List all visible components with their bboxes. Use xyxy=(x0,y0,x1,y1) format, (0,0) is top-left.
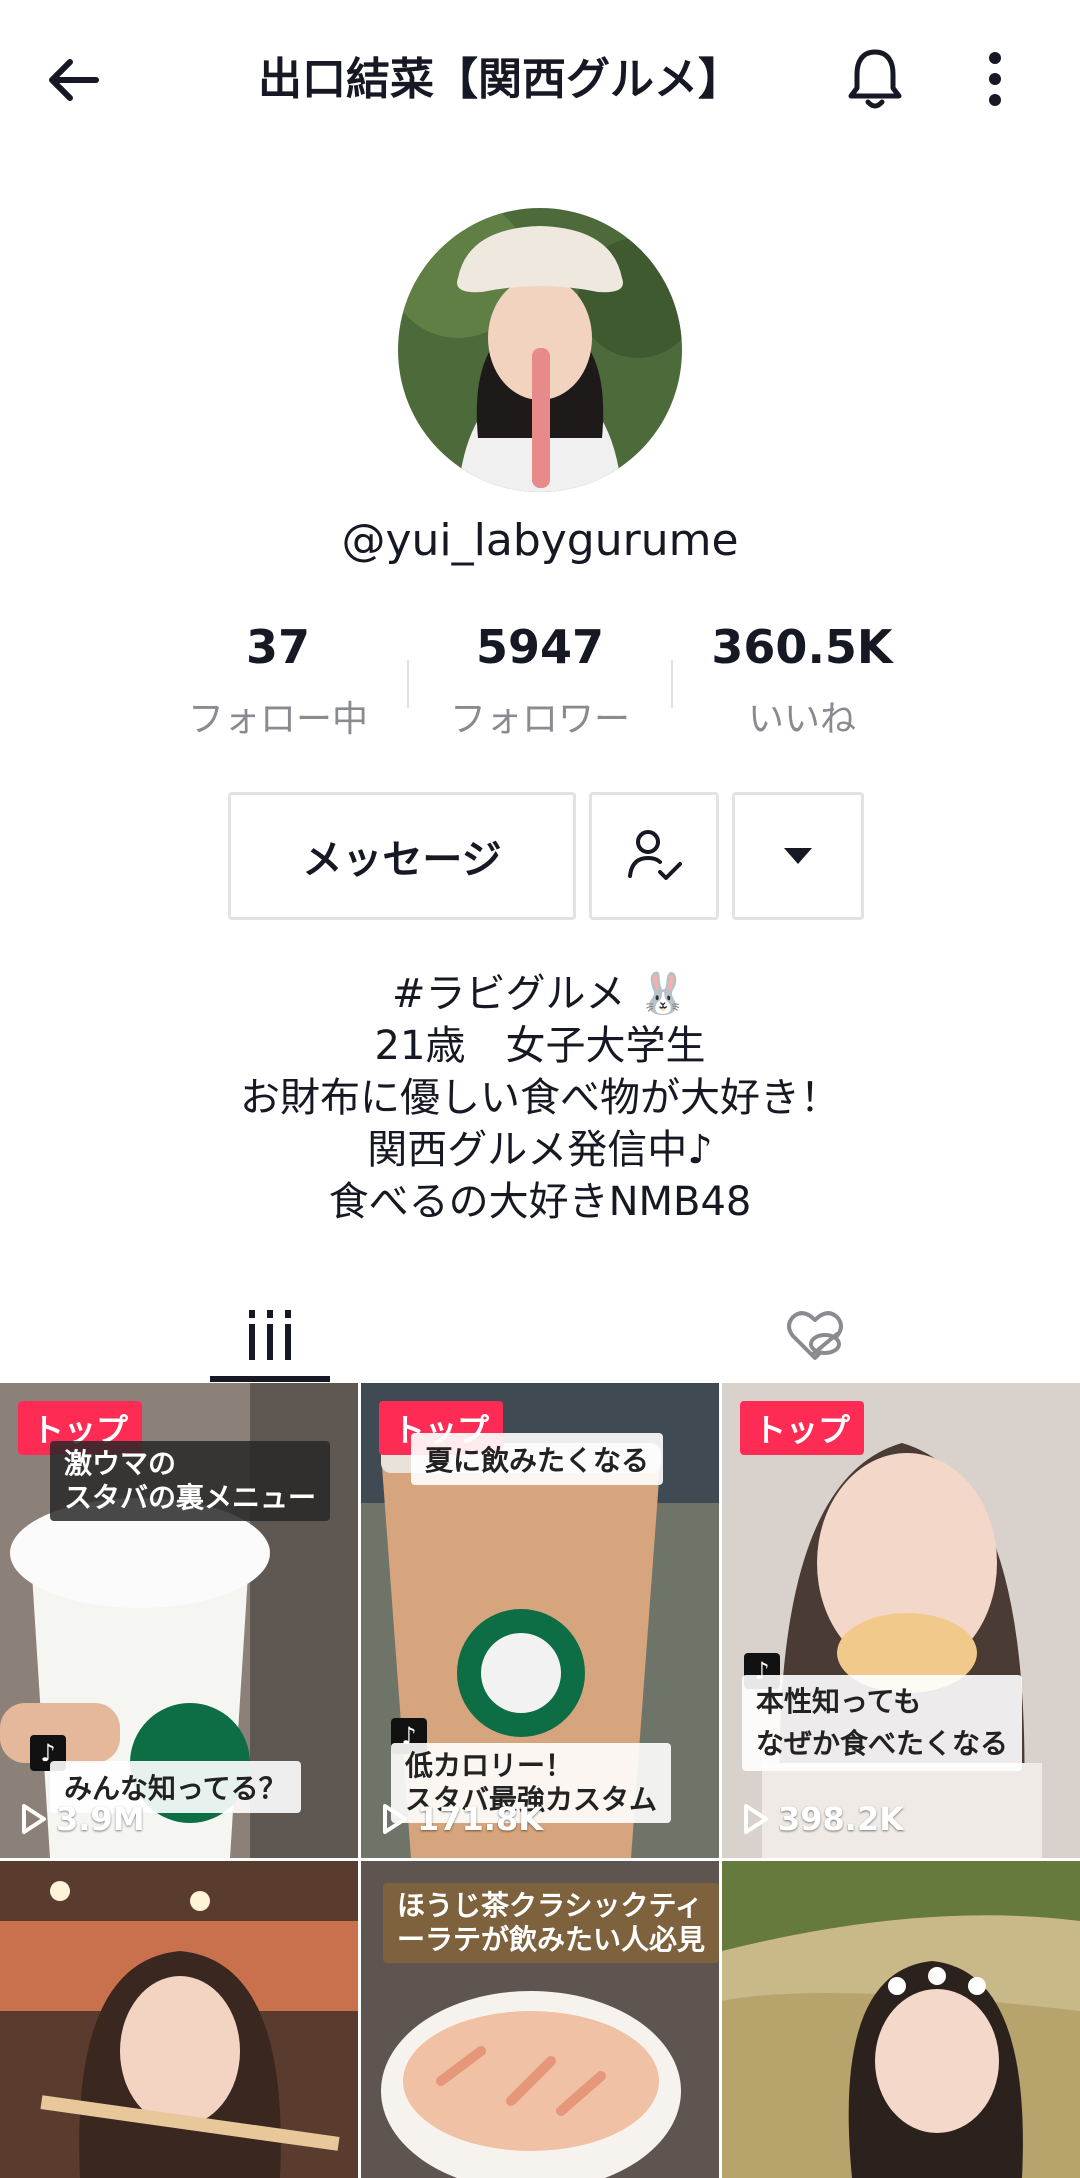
username: @yui_labygurume xyxy=(341,515,739,566)
top-badge: トップ xyxy=(740,1401,865,1455)
view-count-text: 398.2K xyxy=(778,1800,905,1838)
heart-hidden-icon xyxy=(787,1311,843,1360)
bio-line: 食べるの大好きNMB48 xyxy=(328,1179,752,1225)
play-icon xyxy=(383,1804,407,1834)
video-thumbnail[interactable]: ほうじ茶クラシックティ ーラテが飲みたい人必見 xyxy=(361,1861,719,2178)
video-grid: トップ 激ウマの スタバの裏メニュー ♪ みんな知ってる？ 3.9M トップ 夏… xyxy=(0,1383,1080,2178)
video-caption: ほうじ茶クラシックティ ーラテが飲みたい人必見 xyxy=(383,1883,719,1963)
followers-stat[interactable]: 5947 フォロワー xyxy=(410,620,670,742)
back-button[interactable] xyxy=(44,45,124,115)
following-stat[interactable]: 37 フォロー中 xyxy=(148,620,408,742)
bell-icon xyxy=(848,49,902,109)
following-button[interactable] xyxy=(589,792,719,920)
video-thumbnail[interactable]: トップ ♪ 本性知っても なぜか食べたくなる 398.2K xyxy=(722,1383,1080,1858)
likes-stat: 360.5K いいね xyxy=(672,620,932,742)
tab-videos[interactable] xyxy=(210,1290,330,1380)
caret-down-icon xyxy=(784,848,812,864)
thumbnail-image xyxy=(722,1861,1080,2178)
video-thumbnail[interactable]: トップ 激ウマの スタバの裏メニュー ♪ みんな知ってる？ 3.9M xyxy=(0,1383,358,1858)
bio-line: #ラビグルメ 🐰 xyxy=(391,971,689,1017)
video-caption: 夏に飲みたくなる xyxy=(411,1433,664,1485)
bio: #ラビグルメ 🐰 21歳 女子大学生 お財布に優しい食べ物が大好き！ 関西グルメ… xyxy=(0,968,1080,1228)
view-count: 171.8K xyxy=(381,1800,543,1838)
grid-bars-icon xyxy=(249,1310,291,1360)
video-thumbnail[interactable]: トップ 夏に飲みたくなる ♪ 低カロリー！ スタバ最強カスタム 171.8K xyxy=(361,1383,719,1858)
avatar[interactable] xyxy=(398,208,682,492)
more-options-button[interactable] xyxy=(970,44,1020,114)
video-caption: 激ウマの スタバの裏メニュー xyxy=(50,1441,331,1521)
video-thumbnail[interactable] xyxy=(722,1861,1080,2178)
view-count: 3.9M xyxy=(20,1800,145,1838)
page-title: 出口結菜【関西グルメ】 xyxy=(258,54,742,105)
play-icon xyxy=(744,1804,768,1834)
play-icon xyxy=(22,1804,46,1834)
view-count-text: 3.9M xyxy=(56,1800,145,1838)
following-count: 37 xyxy=(245,620,310,674)
message-button[interactable]: メッセージ xyxy=(228,792,576,920)
bio-line: 関西グルメ発信中♪ xyxy=(367,1127,713,1173)
followers-label: フォロワー xyxy=(449,699,630,740)
avatar-image xyxy=(398,208,682,492)
more-vertical-icon xyxy=(989,52,1001,106)
bio-line: 21歳 女子大学生 xyxy=(374,1023,706,1069)
likes-label: いいね xyxy=(747,699,856,740)
active-tab-indicator xyxy=(210,1376,330,1382)
thumbnail-image xyxy=(0,1861,358,2178)
arrow-left-icon xyxy=(49,59,99,101)
view-count-text: 171.8K xyxy=(417,1800,544,1838)
likes-count: 360.5K xyxy=(711,620,893,674)
video-thumbnail[interactable] xyxy=(0,1861,358,2178)
video-caption: 本性知っても なぜか食べたくなる xyxy=(742,1675,1023,1771)
stat-divider xyxy=(407,660,409,708)
user-check-icon xyxy=(628,830,682,880)
tab-liked-videos[interactable] xyxy=(770,1290,860,1380)
bio-line: お財布に優しい食べ物が大好き！ xyxy=(240,1075,840,1121)
following-label: フォロー中 xyxy=(187,699,368,740)
notification-bell-button[interactable] xyxy=(840,44,910,114)
followers-count: 5947 xyxy=(475,620,605,674)
view-count: 398.2K xyxy=(742,1800,904,1838)
suggested-accounts-button[interactable] xyxy=(732,792,864,920)
